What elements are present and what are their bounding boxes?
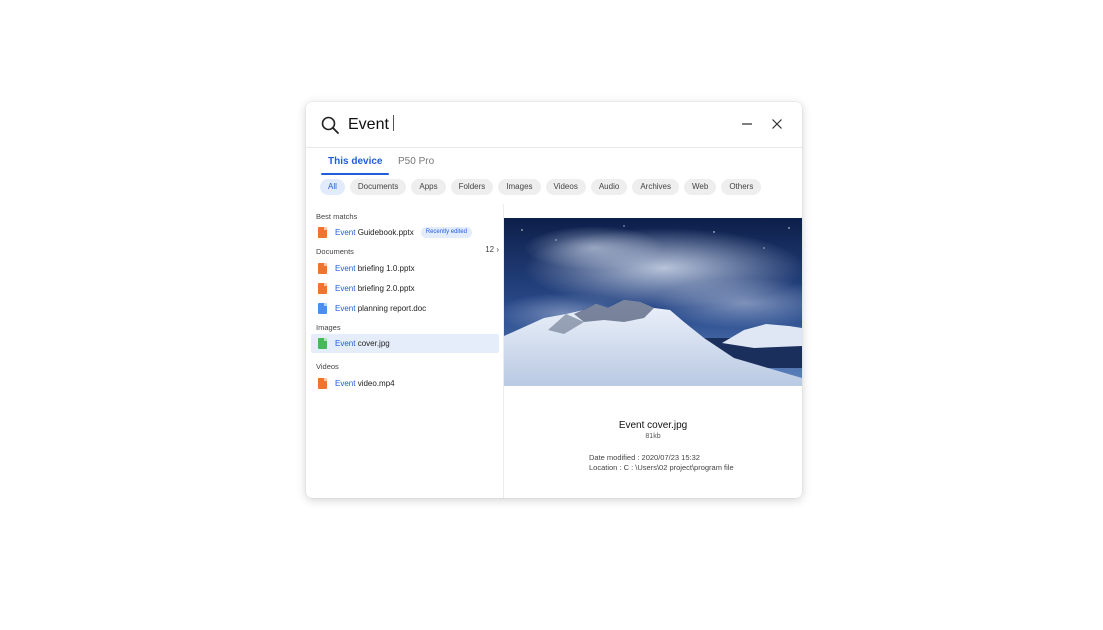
preview-image[interactable]	[504, 218, 802, 386]
file-name: Event briefing 2.0.pptx	[335, 284, 415, 293]
filter-documents[interactable]: Documents	[349, 179, 407, 195]
filter-all[interactable]: All	[320, 179, 345, 195]
section-best-matches: Best matchs	[316, 212, 358, 221]
image-icon	[318, 338, 327, 349]
results-list: Best matchs Event Guidebook.pptx Recentl…	[306, 204, 504, 498]
list-item[interactable]: Event planning report.doc	[311, 299, 499, 318]
file-name: Event cover.jpg	[335, 339, 390, 348]
filter-videos[interactable]: Videos	[545, 179, 586, 195]
file-name: Event planning report.doc	[335, 304, 427, 313]
pptx-icon	[318, 263, 327, 274]
preview-location: Location : C : \Users\02 project\program…	[589, 463, 734, 472]
tab-this-device[interactable]: This device	[320, 155, 391, 175]
section-videos: Videos	[316, 362, 339, 371]
close-icon[interactable]	[768, 115, 786, 133]
recently-edited-badge: Recently edited	[420, 227, 473, 238]
filter-apps[interactable]: Apps	[411, 179, 446, 195]
file-name: Event briefing 1.0.pptx	[335, 264, 415, 273]
search-icon	[321, 116, 339, 134]
pptx-icon	[318, 283, 327, 294]
file-name: Event video.mp4	[335, 379, 395, 388]
list-item-selected[interactable]: Event cover.jpg	[311, 334, 499, 353]
filter-chips: All Documents Apps Folders Images Videos…	[320, 179, 762, 195]
preview-file-name: Event cover.jpg	[618, 420, 688, 431]
list-item[interactable]: Event Guidebook.pptx Recently edited	[311, 223, 499, 242]
section-documents: Documents	[316, 247, 354, 256]
filter-images[interactable]: Images	[498, 179, 541, 195]
list-item[interactable]: Event briefing 2.0.pptx	[311, 279, 499, 298]
pptx-icon	[318, 227, 327, 238]
preview-file-size: 81kb	[645, 433, 661, 440]
documents-count: 12	[485, 245, 495, 254]
search-query: Event	[348, 116, 389, 133]
search-bar[interactable]: Event	[306, 102, 802, 148]
tab-p50-pro[interactable]: P50 Pro	[398, 155, 434, 169]
video-icon	[318, 378, 327, 389]
list-item[interactable]: Event briefing 1.0.pptx	[311, 259, 499, 278]
device-tabs: This device P50 Pro	[306, 147, 802, 175]
documents-count-link[interactable]: 12 ›	[485, 245, 499, 254]
filter-audio[interactable]: Audio	[590, 179, 628, 195]
search-window: Event This device P50 Pro All Documents …	[306, 102, 802, 498]
search-input[interactable]: Event	[348, 115, 394, 135]
filter-others[interactable]: Others	[721, 179, 762, 195]
filter-web[interactable]: Web	[684, 179, 717, 195]
minimize-icon[interactable]	[738, 115, 756, 133]
preview-pane: Event cover.jpg 81kb Date modified : 202…	[504, 204, 802, 498]
list-item[interactable]: Event video.mp4	[311, 374, 499, 393]
file-name: Event Guidebook.pptx	[335, 228, 414, 237]
section-images: Images	[316, 323, 341, 332]
preview-date-modified: Date modified : 2020/07/23 15:32	[589, 453, 700, 462]
doc-icon	[318, 303, 327, 314]
filter-archives[interactable]: Archives	[632, 179, 679, 195]
text-caret	[392, 115, 394, 131]
chevron-right-icon: ›	[496, 245, 499, 254]
filter-folders[interactable]: Folders	[450, 179, 494, 195]
